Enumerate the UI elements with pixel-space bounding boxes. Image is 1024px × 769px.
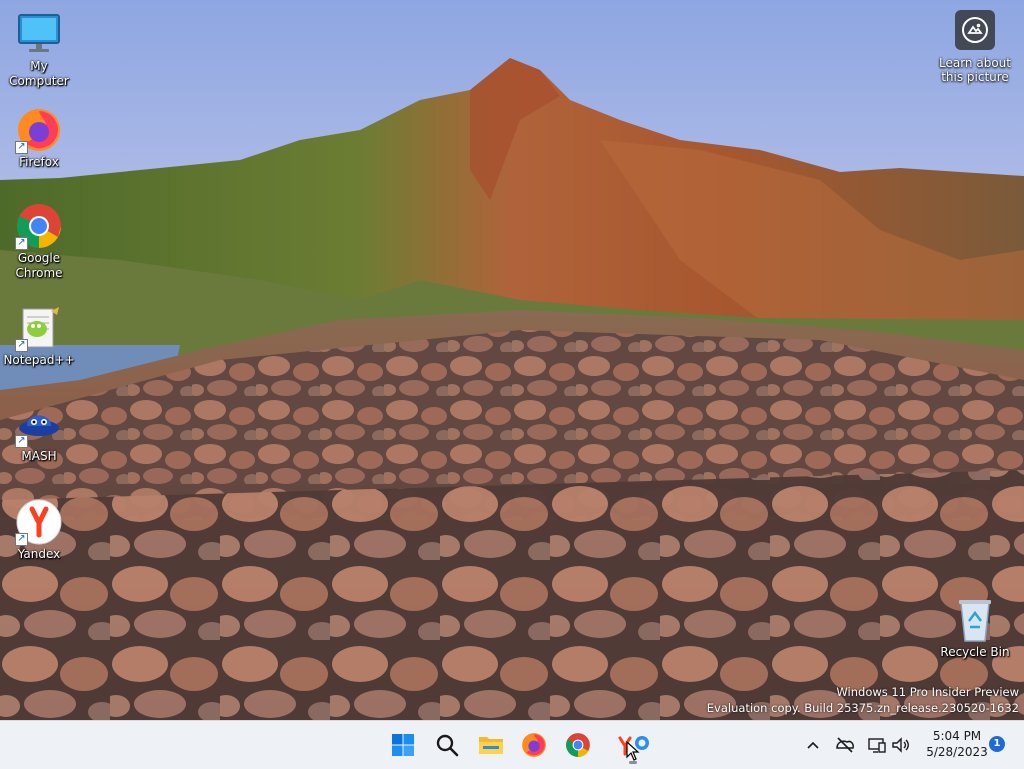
desktop-icon-label: Firefox — [19, 155, 59, 169]
monitor-icon — [14, 10, 64, 58]
learn-about-this-picture[interactable]: Learn about this picture — [938, 10, 1012, 84]
shortcut-arrow-icon: ↗ — [15, 141, 28, 154]
search-icon — [436, 734, 459, 757]
desktop-icon-my-computer[interactable]: My Computer — [0, 10, 78, 89]
shortcut-arrow-icon: ↗ — [15, 237, 28, 250]
start-icon — [392, 734, 414, 756]
shortcut-arrow-icon: ↗ — [15, 339, 28, 352]
mouse-cursor-icon — [626, 741, 640, 761]
desktop-icon-google-chrome[interactable]: ↗ Google Chrome — [0, 202, 78, 281]
desktop-icon-label: Google Chrome — [15, 251, 63, 280]
shortcut-arrow-icon: ↗ — [15, 533, 28, 546]
running-indicator — [629, 761, 637, 764]
desktop-icon-label: MASH — [21, 449, 57, 463]
volume-icon — [892, 737, 909, 753]
chevron-up-icon — [807, 741, 819, 749]
display-button[interactable] — [866, 735, 888, 755]
recycle-bin-icon — [950, 596, 1000, 644]
taskbar: 5:04 PM 5/28/2023 1 — [0, 720, 1024, 769]
start-button[interactable] — [385, 729, 421, 761]
firefox-icon — [522, 733, 546, 757]
search-button[interactable] — [429, 729, 465, 761]
firefox-taskbar-button[interactable] — [516, 729, 552, 761]
clock-time: 5:04 PM — [932, 729, 982, 743]
network-status-button[interactable] — [834, 735, 856, 755]
firefox-icon: ↗ — [14, 106, 64, 154]
desktop-icon-label: Yandex — [17, 547, 61, 561]
network-off-icon — [836, 737, 854, 753]
wallpaper — [0, 0, 1024, 720]
desktop-icon-label: Recycle Bin — [940, 645, 1010, 659]
shortcut-arrow-icon: ↗ — [15, 435, 28, 448]
yandex-icon: ↗ — [14, 498, 64, 546]
clock-date: 5/28/2023 — [926, 745, 988, 759]
desktop-icon-mash[interactable]: ↗ MASH — [0, 400, 78, 464]
desktop-icon-recycle-bin[interactable]: Recycle Bin — [936, 596, 1014, 660]
file-explorer-button[interactable] — [473, 729, 509, 761]
volume-button[interactable] — [890, 735, 912, 755]
desktop-icon-firefox[interactable]: ↗ Firefox — [0, 106, 78, 170]
chrome-taskbar-button[interactable] — [560, 729, 596, 761]
desktop-icon-label: My Computer — [9, 59, 69, 88]
watermark-line-1: Windows 11 Pro Insider Preview — [836, 685, 1019, 699]
chrome-icon: ↗ — [14, 202, 64, 250]
notepadpp-icon: ↗ — [14, 304, 64, 352]
watermark-line-2: Evaluation copy. Build 25375.zn_release.… — [706, 701, 1019, 715]
show-hidden-icons-button[interactable] — [802, 735, 824, 755]
desktop-icon-notepadpp[interactable]: ↗ Notepad++ — [0, 304, 78, 368]
clock[interactable]: 5:04 PM 5/28/2023 — [918, 728, 996, 760]
desktop-icon-yandex[interactable]: ↗ Yandex — [0, 498, 78, 562]
desktop[interactable]: My Computer ↗ Firefox ↗ Google Chrome ↗ … — [0, 0, 1024, 720]
notification-badge[interactable]: 1 — [989, 736, 1005, 752]
mash-icon: ↗ — [14, 400, 64, 448]
chrome-icon — [566, 733, 590, 757]
camera-icon — [955, 10, 995, 50]
display-icon — [868, 738, 886, 753]
evaluation-watermark: Windows 11 Pro Insider Preview Evaluatio… — [707, 684, 1019, 716]
file-explorer-icon — [479, 737, 503, 754]
learn-label: Learn about this picture — [939, 56, 1011, 84]
desktop-icon-label: Notepad++ — [3, 353, 75, 367]
yandex-taskbar-button[interactable] — [612, 729, 654, 764]
